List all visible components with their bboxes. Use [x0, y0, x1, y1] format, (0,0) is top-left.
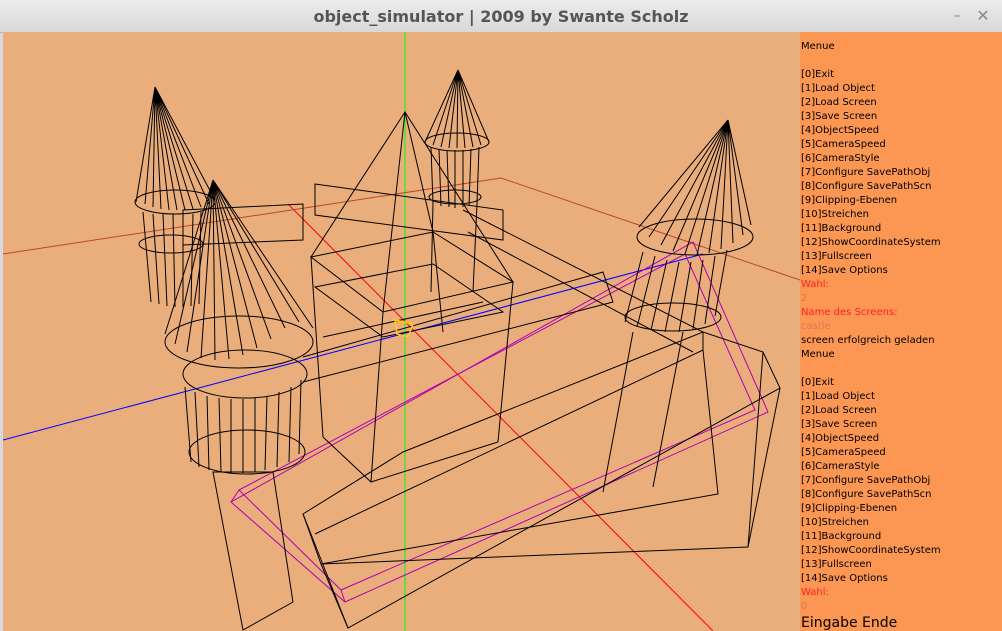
console-line: [7]Configure SavePathObj: [801, 167, 931, 178]
console-line: screen erfolgreich geladen: [801, 335, 935, 346]
console-line: Eingabe Ende: [801, 615, 898, 631]
console-prompt: Wahl:: [801, 587, 829, 598]
x-axis: [3, 253, 704, 441]
console-line: [0]Exit: [801, 377, 835, 388]
menu-console: Menue [0]Exit [1]Load Object [2]Load Screen…: [800, 32, 1002, 631]
console-prompt: Wahl:: [801, 279, 829, 290]
z-axis-back-2: [500, 177, 800, 281]
console-line: [4]ObjectSpeed: [801, 125, 880, 136]
close-icon[interactable]: ✕: [972, 5, 994, 27]
console-line: Menue: [801, 349, 835, 360]
console-line: [1]Load Object: [801, 391, 875, 402]
console-line: [13]Fullscreen: [801, 559, 872, 570]
console-line: [4]ObjectSpeed: [801, 433, 880, 444]
central-keep: [309, 111, 515, 483]
console-line: [14]Save Options: [801, 265, 888, 276]
castle-walls: [182, 183, 781, 629]
3d-viewport[interactable]: [3, 32, 800, 631]
console-line: [13]Fullscreen: [801, 251, 872, 262]
console-line: [11]Background: [801, 531, 882, 542]
window-titlebar[interactable]: object_simulator | 2009 by Swante Scholz…: [0, 0, 1002, 33]
console-line: [2]Load Screen: [801, 405, 877, 416]
console-line: [9]Clipping-Ebenen: [801, 503, 898, 514]
console-line: [10]Streichen: [801, 517, 869, 528]
console-line: [7]Configure SavePathObj: [801, 475, 931, 486]
console-line: [6]CameraStyle: [801, 153, 880, 164]
console-line: [6]CameraStyle: [801, 461, 880, 472]
console-input-value: 0: [801, 601, 808, 612]
console-line: [12]ShowCoordinateSystem: [801, 545, 941, 556]
tower-back-left: [134, 86, 216, 308]
console-line: [3]Save Screen: [801, 419, 878, 430]
console-line: [11]Background: [801, 223, 882, 234]
console-line: [9]Clipping-Ebenen: [801, 195, 898, 206]
tower-front-left: [164, 179, 314, 631]
window-title: object_simulator | 2009 by Swante Scholz: [313, 7, 689, 26]
castle-wireframe-scene: [3, 32, 800, 631]
tower-right: [602, 119, 754, 493]
console-line: [2]Load Screen: [801, 97, 877, 108]
console-line: [1]Load Object: [801, 83, 875, 94]
console-line: [14]Save Options: [801, 573, 888, 584]
console-line: [3]Save Screen: [801, 111, 878, 122]
console-line: [0]Exit: [801, 69, 835, 80]
minimize-icon[interactable]: –: [946, 5, 968, 27]
console-line: [10]Streichen: [801, 209, 869, 220]
console-line: [5]CameraSpeed: [801, 447, 886, 458]
console-line: Menue: [801, 41, 835, 52]
console-line: [12]ShowCoordinateSystem: [801, 237, 941, 248]
console-input-value: 2: [801, 293, 808, 304]
console-input-value: castle: [801, 321, 831, 332]
console-line: [8]Configure SavePathScn: [801, 489, 932, 500]
console-line: [8]Configure SavePathScn: [801, 181, 932, 192]
console-prompt: Name des Screens:: [801, 307, 898, 318]
console-line: [5]CameraSpeed: [801, 139, 886, 150]
